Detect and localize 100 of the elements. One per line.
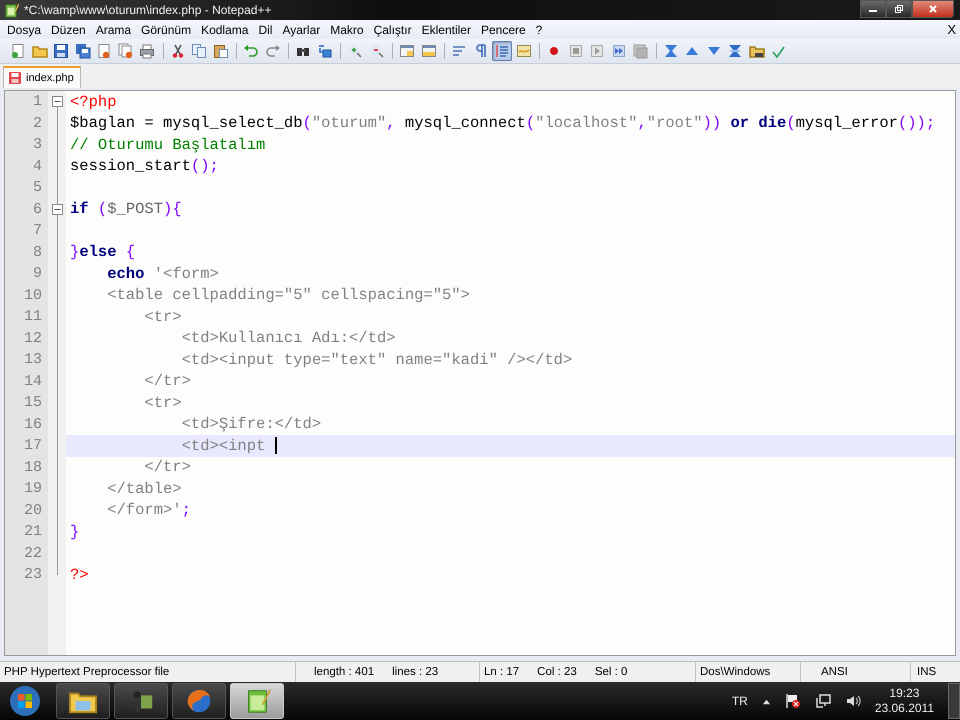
line-number: 19 xyxy=(22,479,43,499)
code-line: </tr> xyxy=(143,372,191,390)
menu-item[interactable]: Dil xyxy=(253,22,278,36)
line-number: 10 xyxy=(22,286,43,306)
menu-item[interactable]: ? xyxy=(530,22,548,36)
code-line: // Oturumu Başlatalım xyxy=(70,136,266,154)
menu-item[interactable]: Çalıştır xyxy=(368,22,417,36)
taskbar-button[interactable] xyxy=(114,683,168,719)
line-number: 9 xyxy=(32,264,43,284)
code-line: $baglan = mysql_select_db("oturum", mysql_connect("localhost","root")) or die(mysql_error()); xyxy=(70,114,936,132)
code-line: ?> xyxy=(70,566,89,584)
line-number: 22 xyxy=(22,544,43,564)
menu-item[interactable]: Ayarlar xyxy=(277,22,326,36)
word-wrap-icon xyxy=(451,43,467,59)
menu-item[interactable]: Dosya xyxy=(2,22,46,36)
code-line: <td>Şifre:</td> xyxy=(180,415,322,434)
line-number: 14 xyxy=(22,372,43,392)
file-tab[interactable]: index.php xyxy=(3,66,81,88)
code-line: </table> xyxy=(106,480,182,498)
clock-time[interactable]: 19:23 xyxy=(889,686,920,701)
toolbar-button[interactable] xyxy=(51,41,71,61)
menu-item[interactable]: Arama xyxy=(90,22,136,36)
copy-icon xyxy=(191,43,207,59)
code-line: <td><input type="text" name="kadi" /></td> xyxy=(180,350,572,369)
menu-item[interactable]: Kodlama xyxy=(196,22,254,36)
code-line: echo '<form> xyxy=(106,264,219,283)
taskbar-button[interactable] xyxy=(172,683,226,719)
expand-icon xyxy=(727,43,743,59)
code-line: <td>Kullanıcı Adı:</td> xyxy=(180,329,396,348)
line-number: 18 xyxy=(22,458,43,478)
panel-icon xyxy=(516,43,532,59)
printer-icon xyxy=(139,43,155,59)
macro-save-icon xyxy=(632,43,648,59)
code-line: <?php xyxy=(70,92,117,111)
play-icon xyxy=(589,43,605,59)
close-icon xyxy=(928,4,938,14)
folder-icon xyxy=(748,43,764,59)
line-number: 23 xyxy=(22,565,43,585)
replace-icon xyxy=(316,43,332,59)
code-line: </tr> xyxy=(143,458,191,476)
line-number: 11 xyxy=(22,307,43,327)
line-number: 16 xyxy=(22,414,43,434)
windows-logo-icon xyxy=(9,685,41,717)
window-sync-icon xyxy=(420,43,436,59)
line-number: 12 xyxy=(22,328,43,348)
undo-arrow-icon xyxy=(243,43,259,59)
new-file-icon xyxy=(10,43,26,59)
code-line: </form>'; xyxy=(106,501,191,520)
zoom-out-icon xyxy=(368,43,384,59)
indent-guide-icon xyxy=(494,43,510,59)
floppy-disks-icon xyxy=(74,43,90,59)
line-number: 1 xyxy=(32,92,43,112)
text-cursor xyxy=(274,437,277,454)
files-close-icon xyxy=(118,43,134,59)
code-line: <td><inpt xyxy=(180,436,266,455)
window-title: *C:\wamp\www\oturum\index.php - Notepad++ xyxy=(24,3,272,17)
close-button[interactable] xyxy=(912,0,954,18)
code-line: <tr> xyxy=(143,394,182,412)
selection-count: Sel : 0 xyxy=(594,666,628,678)
close-document-button[interactable]: X xyxy=(947,22,960,37)
line-number: 8 xyxy=(32,242,43,262)
menu-item[interactable]: Görünüm xyxy=(136,22,196,36)
line-ending: Dos\Windows xyxy=(700,666,770,678)
minimize-button[interactable] xyxy=(860,0,886,18)
collapse-box-icon[interactable] xyxy=(52,204,62,215)
lines-count: lines : 23 xyxy=(392,666,438,678)
line-number: 15 xyxy=(22,393,43,413)
volume-icon[interactable] xyxy=(844,693,861,709)
clock-date[interactable]: 23.06.2011 xyxy=(874,701,934,716)
taskbar-button[interactable] xyxy=(56,683,110,719)
stop-icon xyxy=(568,43,584,59)
menu-item[interactable]: Pencere xyxy=(476,22,531,36)
code-line: } xyxy=(70,522,80,541)
network-icon[interactable] xyxy=(814,693,831,709)
language-indicator[interactable]: TR xyxy=(732,694,748,708)
menu-item[interactable]: Makro xyxy=(325,22,369,36)
notepad-icon xyxy=(4,2,19,18)
line-number: 6 xyxy=(32,200,43,220)
line-position: Ln : 17 xyxy=(484,666,520,678)
clipboard-icon xyxy=(212,43,228,59)
line-number: 20 xyxy=(22,500,43,520)
line-number: 4 xyxy=(32,156,43,176)
collapse-box-icon[interactable] xyxy=(52,96,62,108)
line-number: 7 xyxy=(32,221,43,241)
column-position: Col : 23 xyxy=(537,666,577,678)
restore-icon xyxy=(894,4,904,14)
flag-warning-icon[interactable] xyxy=(784,693,801,709)
maximize-button[interactable] xyxy=(886,0,912,18)
file-type: PHP Hypertext Preprocessor file xyxy=(4,666,170,678)
line-number: 21 xyxy=(22,522,43,542)
redo-arrow-icon xyxy=(264,43,280,59)
line-number: 13 xyxy=(22,350,43,370)
code-line: <tr> xyxy=(143,308,182,326)
line-number: 5 xyxy=(32,178,43,198)
line-number: 3 xyxy=(32,135,43,155)
menu-item[interactable]: Eklentiler xyxy=(416,22,476,36)
length-count: length : 401 xyxy=(314,666,374,678)
window-sync-icon xyxy=(399,43,415,59)
code-line: if ($_POST){ xyxy=(70,200,182,218)
menu-item[interactable]: Düzen xyxy=(46,22,91,36)
